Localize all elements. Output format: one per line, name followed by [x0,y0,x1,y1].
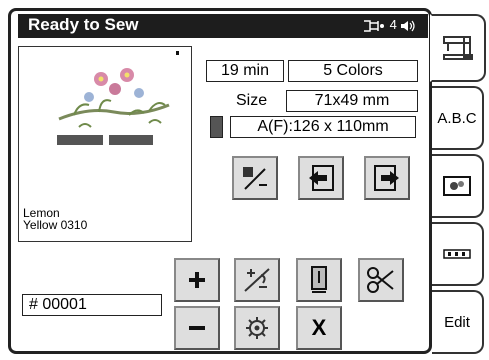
tab-text-label: A.B.C [437,109,477,127]
settings-button[interactable] [234,306,280,350]
preview-marker [176,51,179,55]
plus-icon [189,272,205,288]
trim-button[interactable] [358,258,404,302]
thread-spool-icon [364,19,384,32]
tab-text[interactable]: A.B.C [432,86,484,150]
title-bar: Ready to Sew 4 [18,14,428,38]
tab-edit-label: Edit [444,313,470,331]
arrow-right-icon [374,165,399,191]
floral-design-image [57,68,170,145]
pattern-icon [443,176,471,196]
design-size: 71x49 mm [286,90,418,112]
embroidery-preview: Lemon Yellow 0310 [18,46,192,242]
color-count: 5 Colors [288,60,418,82]
plus-button[interactable] [174,258,220,302]
scissors-icon [367,267,394,293]
page-title: Ready to Sew [28,15,139,34]
arrow-left-icon [309,165,334,191]
sewing-machine-icon [443,36,473,60]
hoop-icon [210,116,223,138]
speaker-icon [401,20,416,31]
thread-count: 4 [389,17,397,32]
stitch-jump-icon [244,268,270,292]
needle-position-icon [311,266,327,293]
minus-icon [189,326,205,330]
tab-border[interactable] [432,222,484,286]
sewing-time: 19 min [206,60,284,82]
thread-status: 4 [362,17,416,33]
color-split-icon [243,167,267,190]
thread-color-label: Lemon Yellow 0310 [23,207,153,231]
size-label: Size [236,92,268,109]
stitch-color-button[interactable] [232,156,278,200]
gear-icon [246,317,268,339]
tab-edit[interactable]: Edit [432,290,484,354]
border-pattern-icon [443,249,471,259]
minus-button[interactable] [174,306,220,350]
previous-color-button[interactable] [298,156,344,200]
stitch-number-field[interactable]: # 00001 [22,294,162,316]
next-color-button[interactable] [364,156,410,200]
cancel-button[interactable]: X [296,306,342,350]
stitch-jump-button[interactable] [234,258,280,302]
hoop-size: A(F):126 x 110mm [230,116,416,138]
thread-color-code: Yellow 0310 [23,218,88,232]
bobbin-button[interactable] [296,258,342,302]
tab-sewing[interactable] [430,14,486,82]
tab-pattern[interactable] [432,154,484,218]
